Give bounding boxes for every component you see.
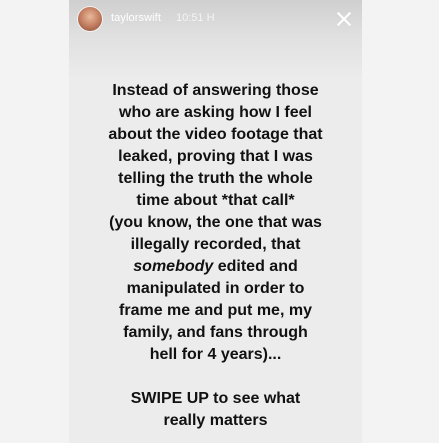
caption-line: family, and fans through <box>123 324 308 341</box>
caption-emphasis-word: somebody <box>133 258 214 275</box>
story-viewer[interactable]: taylorswift 10:51 H Instead of answering… <box>69 0 362 443</box>
swipe-up-line[interactable]: really matters <box>69 410 362 432</box>
caption-line: leaked, proving that I was <box>118 148 313 165</box>
username[interactable]: taylorswift <box>111 12 161 24</box>
timestamp: 10:51 H <box>176 12 215 24</box>
caption-emphasis-rest: edited and <box>213 258 298 275</box>
caption-line: about the video footage that <box>108 126 323 143</box>
caption-line: who are asking how I feel <box>119 104 312 121</box>
story-caption: Instead of answering those who are askin… <box>69 80 362 432</box>
caption-line: hell for 4 years)... <box>149 346 282 363</box>
caption-line: (you know, the one that was <box>109 214 322 231</box>
caption-line-emphasis: somebody edited and <box>69 256 362 278</box>
caption-line: frame me and put me, my <box>119 302 312 319</box>
close-icon[interactable] <box>335 10 353 28</box>
profile-avatar-icon[interactable] <box>78 7 102 31</box>
caption-line: telling the truth the whole <box>118 170 313 187</box>
caption-line: Instead of answering those <box>112 82 319 99</box>
story-header: taylorswift 10:51 H <box>69 0 362 38</box>
caption-line: manipulated in order to <box>126 280 305 297</box>
caption-line: illegally recorded, that <box>130 236 301 253</box>
left-backdrop <box>0 0 69 443</box>
caption-line: time about *that call* <box>136 192 295 209</box>
swipe-up-line[interactable]: SWIPE UP to see what <box>69 388 362 410</box>
right-backdrop <box>362 0 439 443</box>
